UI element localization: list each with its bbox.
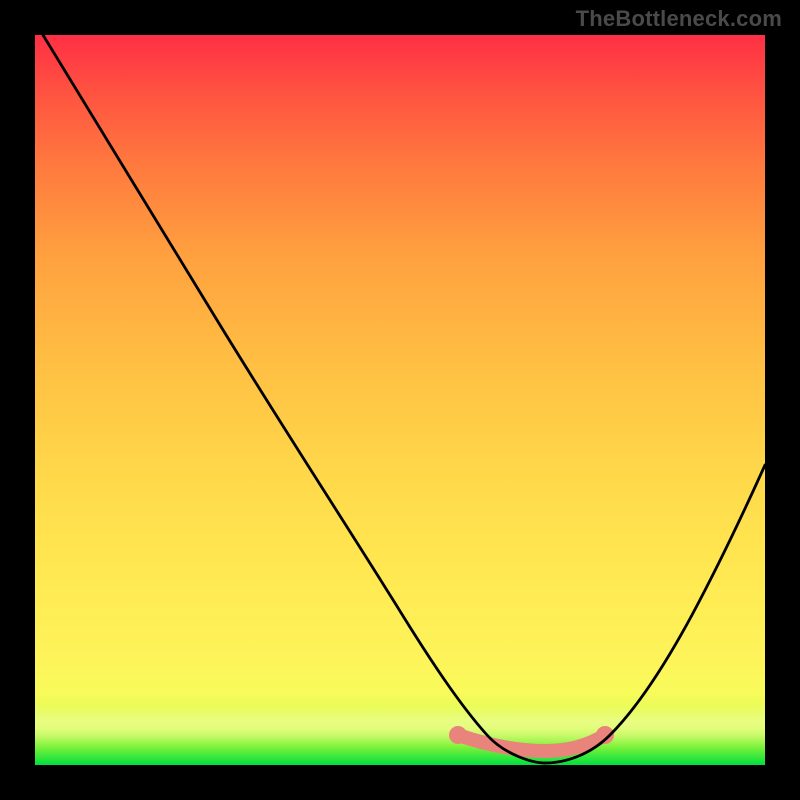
watermark-text: TheBottleneck.com (576, 6, 782, 32)
chart-svg (35, 35, 765, 765)
accent-band (449, 726, 614, 751)
accent-band-path (458, 735, 605, 751)
curve-right-limb (545, 465, 765, 763)
plot-area (35, 35, 765, 765)
chart-stage: TheBottleneck.com (0, 0, 800, 800)
curve-left-limb (43, 35, 545, 763)
